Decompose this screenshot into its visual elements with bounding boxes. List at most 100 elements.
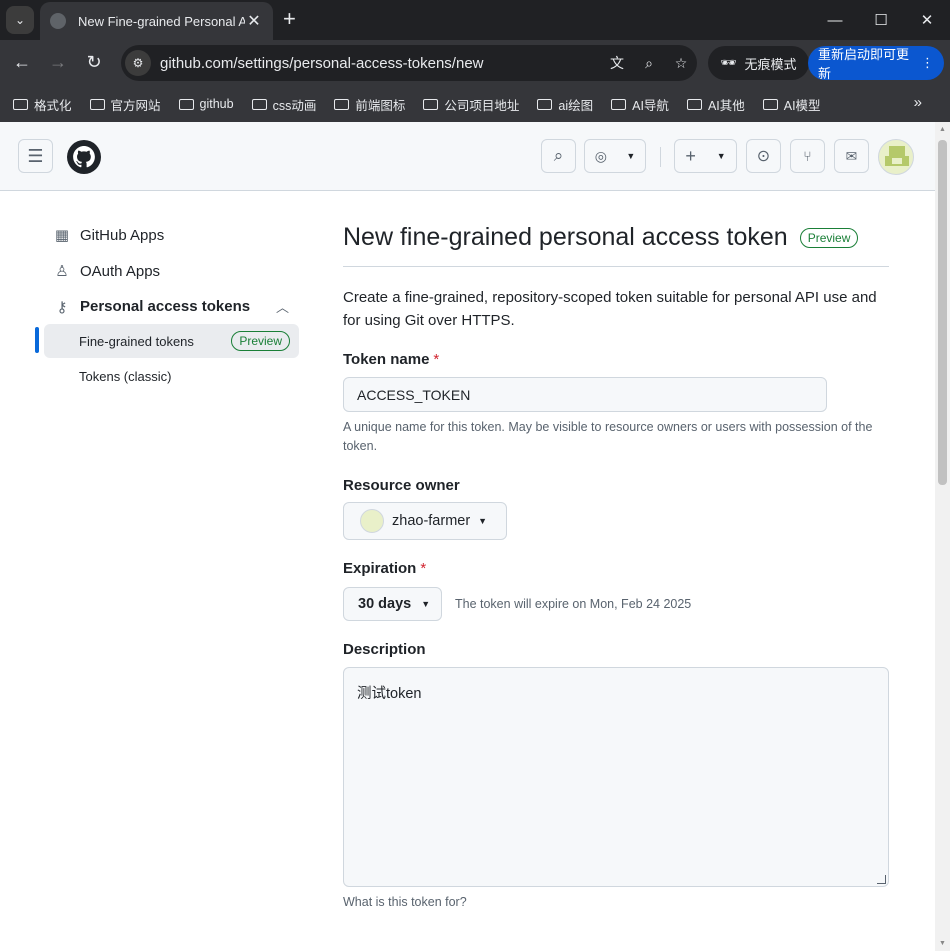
description-label: Description — [343, 641, 426, 658]
url-text[interactable]: github.com/settings/personal-access-toke… — [160, 55, 601, 72]
bookmark-item[interactable]: 格式化 — [13, 95, 72, 114]
relaunch-label: 重新启动即可更新 — [818, 47, 910, 81]
pull-requests-button[interactable]: ⑂ — [790, 139, 825, 173]
github-page: ☰ ⌕ ◎ ▼ + ▼ ⊙ ⑂ ✉ ▦ GitHub Apps ♙ OAuth … — [0, 122, 935, 951]
scrollbar-thumb[interactable] — [938, 140, 947, 485]
global-nav-menu-button[interactable]: ☰ — [18, 139, 53, 173]
hamburger-icon: ☰ — [27, 145, 44, 166]
copilot-button[interactable]: ◎ ▼ — [584, 139, 646, 173]
sidebar-sub-label: Fine-grained tokens — [79, 333, 194, 349]
new-tab-button[interactable]: + — [283, 8, 296, 30]
required-mark: * — [420, 560, 427, 577]
sidebar-item-label: GitHub Apps — [80, 226, 165, 244]
expiration-label-text: Expiration — [343, 560, 417, 577]
address-bar[interactable]: ⚙ github.com/settings/personal-access-to… — [121, 45, 697, 81]
expiration-select[interactable]: 30 days ▼ — [343, 587, 442, 621]
copilot-icon: ◎ — [594, 147, 607, 164]
token-name-value[interactable]: ACCESS_TOKEN — [357, 387, 470, 403]
relaunch-update-button[interactable]: 重新启动即可更新 ⋮ — [808, 46, 944, 81]
chevron-down-icon[interactable]: ▼ — [626, 151, 635, 161]
github-logo-icon[interactable] — [67, 140, 101, 174]
sidebar-item-label: Personal access tokens — [80, 298, 251, 315]
sidebar-item-github-apps[interactable]: ▦ GitHub Apps — [44, 226, 165, 245]
description-textarea[interactable]: 测试token — [343, 667, 889, 887]
folder-icon — [611, 98, 627, 110]
tab-title: New Fine-grained Personal Access Token — [78, 13, 245, 29]
incognito-indicator[interactable]: 🕶 无痕模式 — [708, 46, 809, 80]
bookmark-item[interactable]: 前端图标 — [334, 95, 405, 114]
site-info-icon[interactable]: ⚙ — [125, 50, 151, 76]
bookmark-item[interactable]: AI模型 — [762, 95, 821, 114]
description-value[interactable]: 测试token — [357, 686, 421, 702]
sidebar-item-fine-grained-tokens[interactable]: Fine-grained tokens Preview — [44, 324, 299, 358]
bookmark-item[interactable]: github — [178, 97, 234, 111]
issue-opened-icon: ⊙ — [756, 148, 771, 165]
resource-owner-value: zhao-farmer — [392, 513, 471, 529]
folder-icon — [423, 98, 439, 110]
token-name-label-text: Token name — [343, 351, 430, 368]
create-new-button[interactable]: + ▼ — [674, 139, 737, 173]
preview-badge: Preview — [231, 331, 290, 351]
bookmark-item[interactable]: ai绘图 — [537, 95, 593, 114]
page-title-row: New fine-grained personal access token P… — [343, 223, 859, 252]
resource-owner-label: Resource owner — [343, 477, 460, 494]
person-icon: ♙ — [55, 263, 69, 280]
tab-search-button[interactable]: ⌄ — [6, 6, 34, 34]
bookmark-item[interactable]: AI导航 — [611, 95, 669, 114]
token-name-label: Token name * — [343, 351, 439, 368]
bookmarks-overflow-icon[interactable]: » — [914, 94, 922, 111]
bookmark-label: github — [199, 97, 234, 111]
bookmark-item[interactable]: 官方网站 — [89, 95, 161, 114]
resource-owner-select[interactable]: zhao-farmer ▼ — [343, 502, 507, 540]
folder-icon — [13, 98, 28, 110]
sidebar-item-personal-access-tokens[interactable]: ⚷ Personal access tokens ︿ — [44, 297, 299, 316]
expiration-note: The token will expire on Mon, Feb 24 202… — [455, 597, 692, 611]
bookmark-star-icon[interactable]: ☆ — [665, 55, 697, 72]
more-menu-icon[interactable]: ⋮ — [921, 55, 934, 71]
translate-icon[interactable]: 文 — [601, 53, 633, 73]
avatar[interactable] — [878, 139, 914, 175]
chevron-down-icon: ▼ — [421, 599, 431, 609]
bookmark-label: AI导航 — [632, 98, 669, 113]
window-controls: — ☐ ✕ — [812, 0, 950, 40]
bookmark-label: 格式化 — [34, 98, 72, 113]
intro-text: Create a fine-grained, repository-scoped… — [343, 289, 877, 329]
sidebar-item-tokens-classic[interactable]: Tokens (classic) — [44, 359, 299, 393]
browser-toolbar: ← → ↻ ⚙ github.com/settings/personal-acc… — [0, 40, 950, 86]
identicon-icon — [885, 146, 909, 166]
resource-owner-label-text: Resource owner — [343, 477, 460, 494]
resize-handle-icon[interactable] — [877, 875, 886, 884]
forward-icon[interactable]: → — [47, 52, 69, 73]
close-tab-icon[interactable]: ✕ — [245, 11, 263, 31]
sidebar-item-oauth-apps[interactable]: ♙ OAuth Apps — [44, 262, 160, 281]
close-window-icon[interactable]: ✕ — [904, 0, 950, 40]
bookmark-item[interactable]: css动画 — [251, 95, 316, 114]
description-label-text: Description — [343, 641, 426, 658]
reload-icon[interactable]: ↻ — [83, 52, 105, 73]
incognito-label: 无痕模式 — [744, 56, 797, 72]
issues-button[interactable]: ⊙ — [746, 139, 781, 173]
bookmark-item[interactable]: AI其他 — [686, 95, 745, 114]
search-button[interactable]: ⌕ — [541, 139, 576, 173]
token-name-input[interactable]: ACCESS_TOKEN — [343, 377, 827, 412]
inbox-button[interactable]: ✉ — [834, 139, 869, 173]
scroll-down-icon[interactable]: ▼ — [939, 940, 946, 947]
bookmark-item[interactable]: 公司项目地址 — [423, 95, 519, 114]
minimize-icon[interactable]: — — [812, 0, 858, 40]
header-divider — [660, 147, 661, 167]
incognito-icon: 🕶 — [720, 55, 737, 70]
browser-tab-active[interactable]: New Fine-grained Personal Access Token ✕ — [40, 2, 273, 40]
bookmark-label: 官方网站 — [110, 98, 161, 113]
scroll-up-icon[interactable]: ▲ — [939, 126, 946, 133]
back-icon[interactable]: ← — [11, 52, 33, 73]
page-scrollbar[interactable]: ▲ ▼ — [935, 122, 950, 951]
bookmark-label: 公司项目地址 — [444, 98, 520, 113]
plus-icon: + — [685, 145, 696, 166]
maximize-icon[interactable]: ☐ — [858, 0, 904, 40]
apps-icon: ▦ — [54, 227, 70, 244]
key-icon: ⚷ — [56, 298, 68, 316]
chevron-up-icon[interactable]: ︿ — [276, 297, 289, 316]
search-icon: ⌕ — [553, 146, 564, 165]
folder-icon — [762, 98, 778, 110]
zoom-icon[interactable]: ⌕ — [633, 55, 665, 72]
